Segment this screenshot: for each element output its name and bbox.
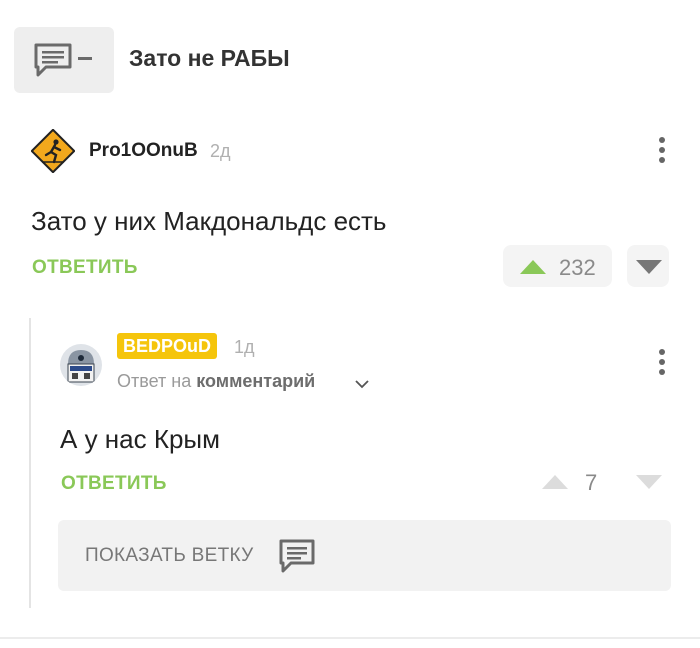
dot-icon bbox=[659, 137, 665, 143]
divider bbox=[0, 637, 700, 639]
reply-to-target: комментарий bbox=[196, 371, 316, 391]
reply-button[interactable]: ОТВЕТИТЬ bbox=[32, 257, 138, 279]
comment-author[interactable]: Pro1OOnuB bbox=[89, 140, 198, 162]
collapse-story-button[interactable] bbox=[14, 27, 114, 93]
comment-icon bbox=[279, 539, 315, 573]
dot-icon bbox=[659, 359, 665, 365]
downvote-arrow-icon bbox=[636, 475, 662, 489]
upvote-arrow-icon bbox=[542, 475, 568, 489]
comment-time: 1д bbox=[234, 337, 255, 357]
downvote-button[interactable] bbox=[635, 474, 663, 495]
story-title[interactable]: Зато не РАБЫ bbox=[129, 45, 290, 72]
reply-button[interactable]: ОТВЕТИТЬ bbox=[61, 473, 167, 495]
avatar[interactable] bbox=[60, 344, 102, 386]
robot-avatar-icon bbox=[60, 344, 102, 386]
show-branch-label: ПОКАЗАТЬ ВЕТКУ bbox=[85, 545, 254, 566]
comment-score: 232 bbox=[559, 255, 596, 280]
chevron-down-icon[interactable] bbox=[355, 376, 369, 394]
reply-to-prefix: Ответ на bbox=[117, 371, 192, 391]
thread-line[interactable] bbox=[29, 318, 31, 608]
comment-time: 2д bbox=[210, 141, 231, 161]
comment-collapse-icon bbox=[34, 43, 92, 77]
dot-icon bbox=[659, 157, 665, 163]
reply-to-link[interactable]: Ответ на комментарий bbox=[117, 371, 315, 392]
dot-icon bbox=[659, 369, 665, 375]
warning-sign-avatar-icon bbox=[30, 128, 76, 174]
dot-icon bbox=[659, 147, 665, 153]
upvote-button[interactable]: 232 bbox=[503, 245, 612, 287]
upvote-arrow-icon bbox=[520, 260, 546, 274]
comment-text: Зато у них Макдональдс есть bbox=[31, 206, 387, 236]
downvote-arrow-icon bbox=[636, 260, 662, 274]
show-branch-button[interactable]: ПОКАЗАТЬ ВЕТКУ bbox=[58, 520, 671, 591]
avatar[interactable] bbox=[30, 128, 76, 174]
comment-menu-button[interactable] bbox=[650, 135, 674, 165]
comment-score: 7 bbox=[585, 470, 598, 495]
comment-text: А у нас Крым bbox=[60, 424, 220, 454]
comment-author[interactable]: BEDPOuD bbox=[117, 333, 218, 359]
comment-menu-button[interactable] bbox=[650, 347, 674, 377]
upvote-button[interactable] bbox=[541, 474, 569, 495]
downvote-button[interactable] bbox=[627, 245, 669, 287]
dot-icon bbox=[659, 349, 665, 355]
